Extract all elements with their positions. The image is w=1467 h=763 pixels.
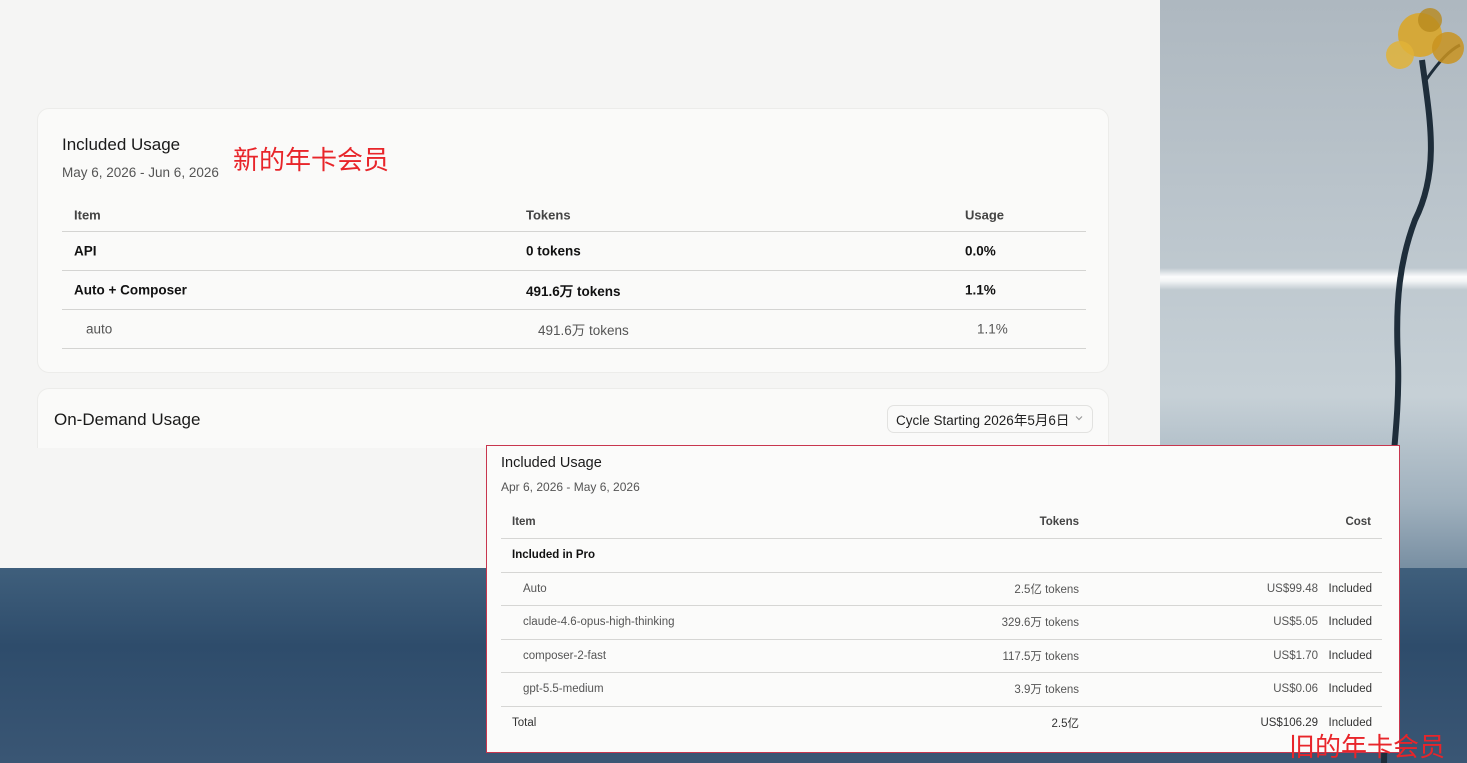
- row-tokens: 491.6万 tokens: [526, 284, 621, 299]
- row-item: claude-4.6-opus-high-thinking: [523, 616, 675, 629]
- row-item: Auto + Composer: [74, 282, 187, 298]
- row-tokens: 491.6万 tokens: [538, 323, 629, 338]
- row-status: Included: [1328, 582, 1372, 595]
- row-cost: US$0.06: [1273, 683, 1318, 696]
- total-label: Total: [512, 717, 537, 730]
- row-item: API: [74, 243, 97, 259]
- included-usage-table: Item Tokens Usage API 0 tokens 0.0% Auto…: [62, 199, 1086, 349]
- table-row: API 0 tokens 0.0%: [62, 232, 1086, 271]
- total-row: Total 2.5亿 US$106.29 Included: [501, 707, 1382, 741]
- column-header-item: Item: [74, 207, 101, 223]
- old-usage-table: Item Tokens Cost Included in Pro Auto 2.…: [501, 506, 1382, 740]
- table-row: auto 491.6万 tokens 1.1%: [62, 310, 1086, 349]
- old-included-usage-period: Apr 6, 2026 - May 6, 2026: [501, 480, 640, 494]
- table-header: Item Tokens Cost: [501, 506, 1382, 539]
- column-header-cost: Cost: [1345, 516, 1371, 528]
- column-header-usage: Usage: [965, 207, 1005, 223]
- table-row: Auto 2.5亿 tokens US$99.48 Included: [501, 573, 1382, 606]
- row-status: Included: [1328, 649, 1372, 662]
- included-usage-card: Included Usage May 6, 2026 - Jun 6, 2026…: [37, 108, 1109, 373]
- old-included-usage-title: Included Usage: [501, 455, 602, 471]
- on-demand-title: On-Demand Usage: [54, 410, 201, 429]
- row-item: auto: [86, 321, 113, 337]
- group-row: Included in Pro: [501, 539, 1382, 573]
- annotation-new-plan: 新的年卡会员: [233, 146, 390, 176]
- row-tokens: 117.5万 tokens: [1002, 650, 1079, 663]
- row-cost: US$5.05: [1273, 616, 1318, 629]
- row-item: Auto: [523, 582, 547, 595]
- row-status: Included: [1328, 616, 1372, 629]
- old-plan-screenshot: Included Usage Apr 6, 2026 - May 6, 2026…: [486, 445, 1400, 753]
- included-usage-title: Included Usage: [62, 135, 181, 154]
- cycle-select[interactable]: Cycle Starting 2026年5月6日: [887, 405, 1093, 433]
- row-cost: US$1.70: [1273, 649, 1318, 662]
- row-tokens: 3.9万 tokens: [1014, 684, 1079, 697]
- column-header-tokens: Tokens: [1039, 516, 1079, 528]
- row-cost: US$99.48: [1266, 582, 1318, 595]
- table-row: claude-4.6-opus-high-thinking 329.6万 tok…: [501, 606, 1382, 640]
- cycle-select-value: Cycle Starting 2026年5月6日: [896, 413, 1070, 428]
- table-row: composer-2-fast 117.5万 tokens US$1.70 In…: [501, 640, 1382, 673]
- row-status: Included: [1328, 683, 1372, 696]
- column-header-item: Item: [512, 516, 536, 528]
- total-tokens: 2.5亿: [1051, 718, 1080, 731]
- group-label: Included in Pro: [512, 549, 596, 562]
- on-demand-usage-card: On-Demand Usage Cycle Starting 2026年5月6日: [37, 388, 1109, 448]
- included-usage-period: May 6, 2026 - Jun 6, 2026: [62, 165, 219, 180]
- row-usage: 1.1%: [977, 321, 1008, 337]
- row-tokens: 2.5亿 tokens: [1014, 583, 1079, 596]
- row-item: gpt-5.5-medium: [523, 683, 604, 696]
- row-item: composer-2-fast: [523, 649, 607, 662]
- row-tokens: 0 tokens: [526, 243, 581, 259]
- table-row: gpt-5.5-medium 3.9万 tokens US$0.06 Inclu…: [501, 673, 1382, 707]
- row-usage: 0.0%: [965, 243, 996, 259]
- row-usage: 1.1%: [965, 282, 996, 298]
- row-tokens: 329.6万 tokens: [1001, 617, 1079, 630]
- chevron-down-icon: [1075, 416, 1083, 421]
- table-header: Item Tokens Usage: [62, 199, 1086, 232]
- annotation-old-plan: 旧的年卡会员: [1289, 733, 1446, 763]
- table-row: Auto + Composer 491.6万 tokens 1.1%: [62, 271, 1086, 310]
- column-header-tokens: Tokens: [526, 207, 571, 223]
